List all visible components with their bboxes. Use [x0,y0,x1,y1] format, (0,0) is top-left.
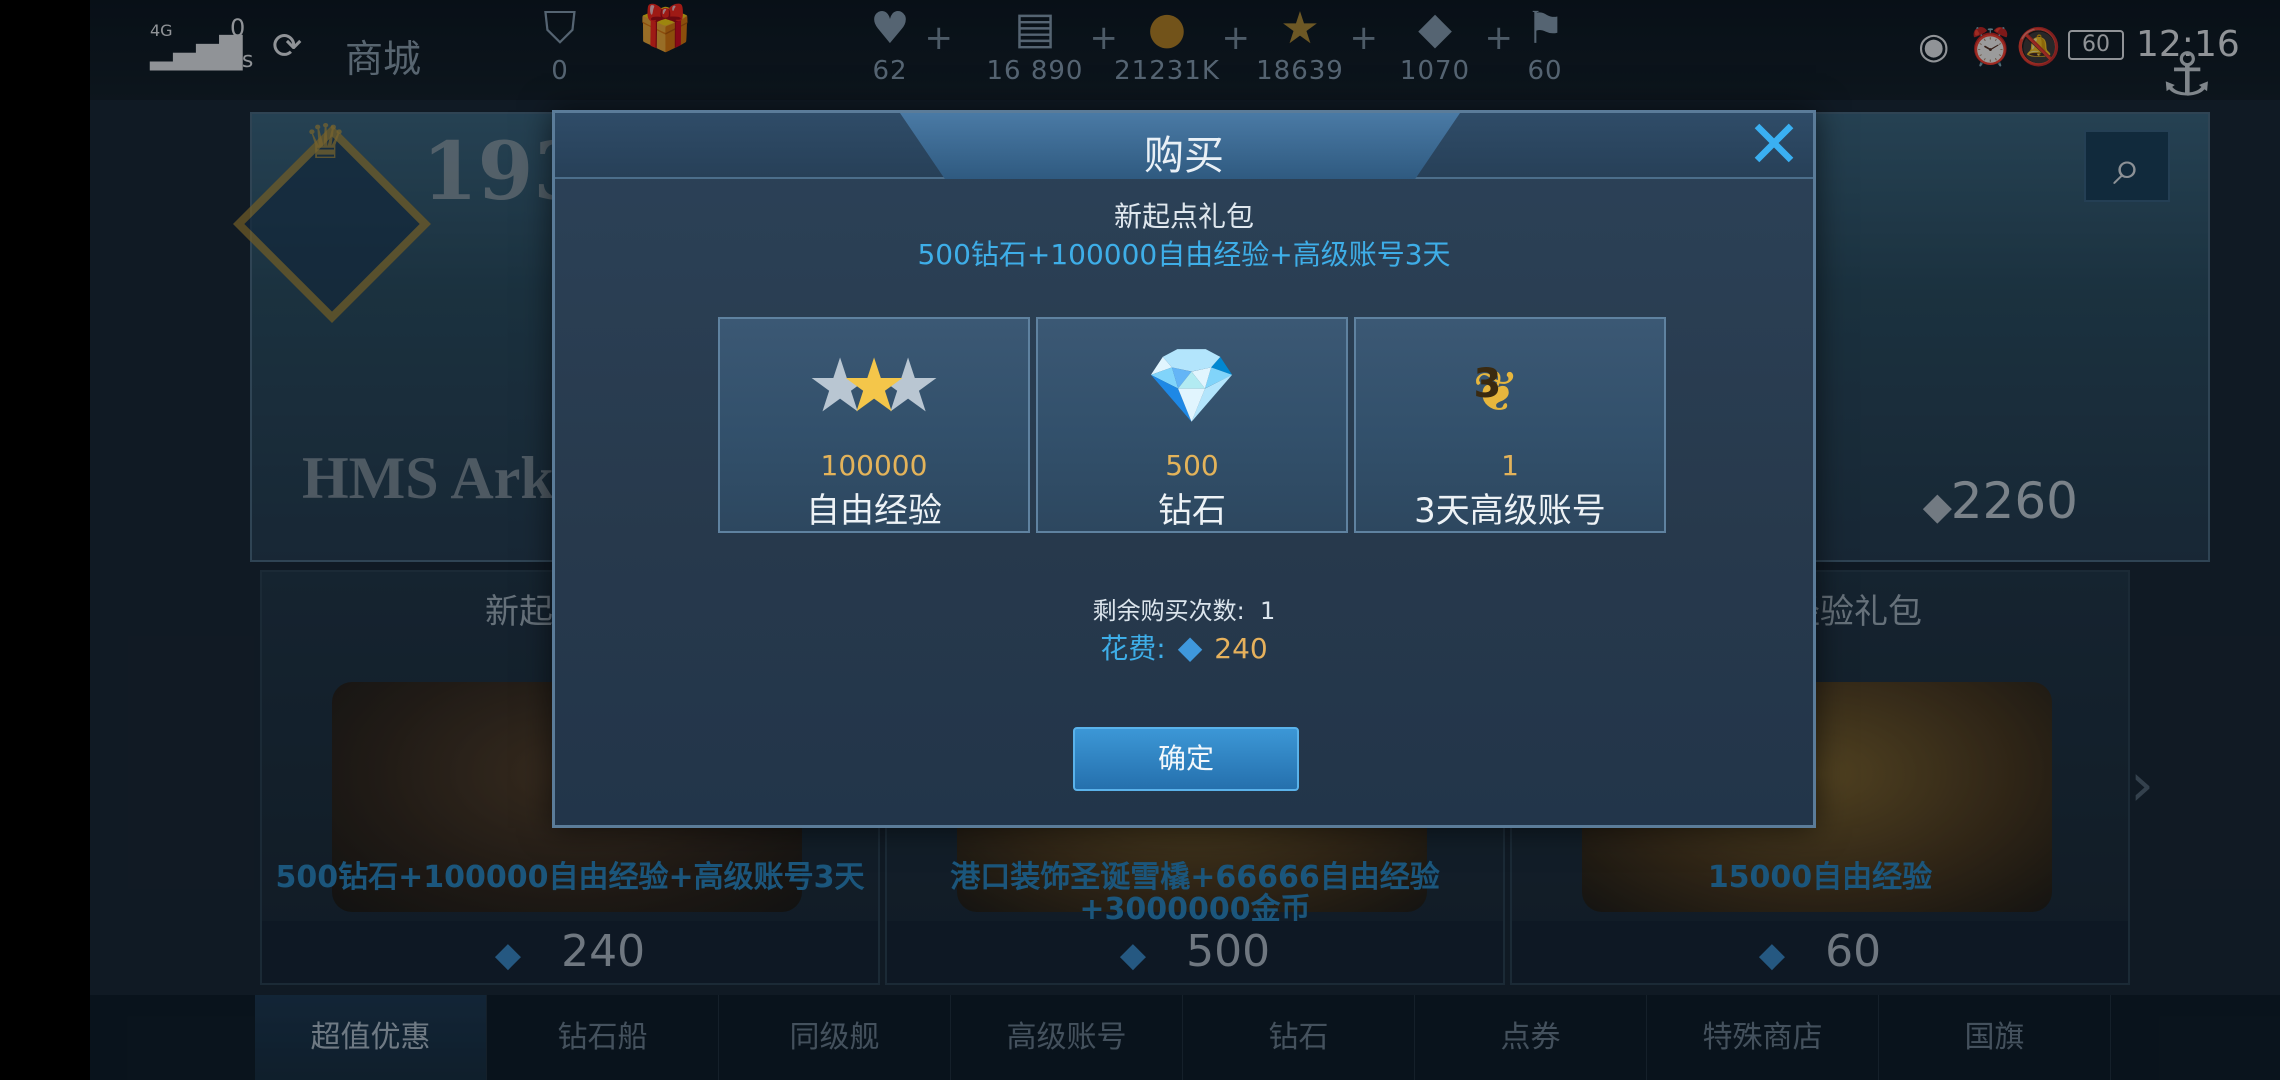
reward-item: ❦3 1 3天高级账号 [1354,317,1666,533]
purchase-dialog: 购买 ✕ 新起点礼包 500钻石+100000自由经验+高级账号3天 ★ 100… [552,110,1816,828]
reward-item: ★ 100000 自由经验 [718,317,1030,533]
remaining-label: 剩余购买次数: [1092,597,1245,625]
reward-amount: 1 [1501,449,1519,482]
reward-item: 💎 500 钻石 [1036,317,1348,533]
pack-description: 500钻石+100000自由经验+高级账号3天 [917,238,1451,271]
dialog-title: 购买 [1144,133,1224,179]
remaining-value: 1 [1260,597,1276,625]
pack-name: 新起点礼包 [1113,200,1254,233]
reward-name: 3天高级账号 [1414,491,1606,531]
cost-label: 花费: [1100,632,1166,665]
remaining-purchases: 剩余购买次数: 1 [555,591,1813,626]
close-icon: ✕ [1746,106,1802,183]
cost-row: 花费: ◆ 240 [555,627,1813,667]
laurel-3-icon: ❦3 [1472,360,1520,425]
confirm-button[interactable]: 确定 [1073,727,1299,791]
reward-name: 自由经验 [806,491,942,531]
diamond-icon: 💎 [1145,343,1239,429]
star-wings-icon: ★ [840,343,908,429]
reward-name: 钻石 [1158,491,1226,531]
dialog-header: 购买 ✕ [555,112,1813,179]
close-button[interactable]: ✕ [1741,112,1807,178]
reward-amount: 100000 [820,449,928,482]
laurel-badge: 3 [1473,361,1502,407]
reward-amount: 500 [1165,449,1219,482]
cost-value: 240 [1214,632,1268,665]
gem-icon: ◆ [1177,628,1203,666]
